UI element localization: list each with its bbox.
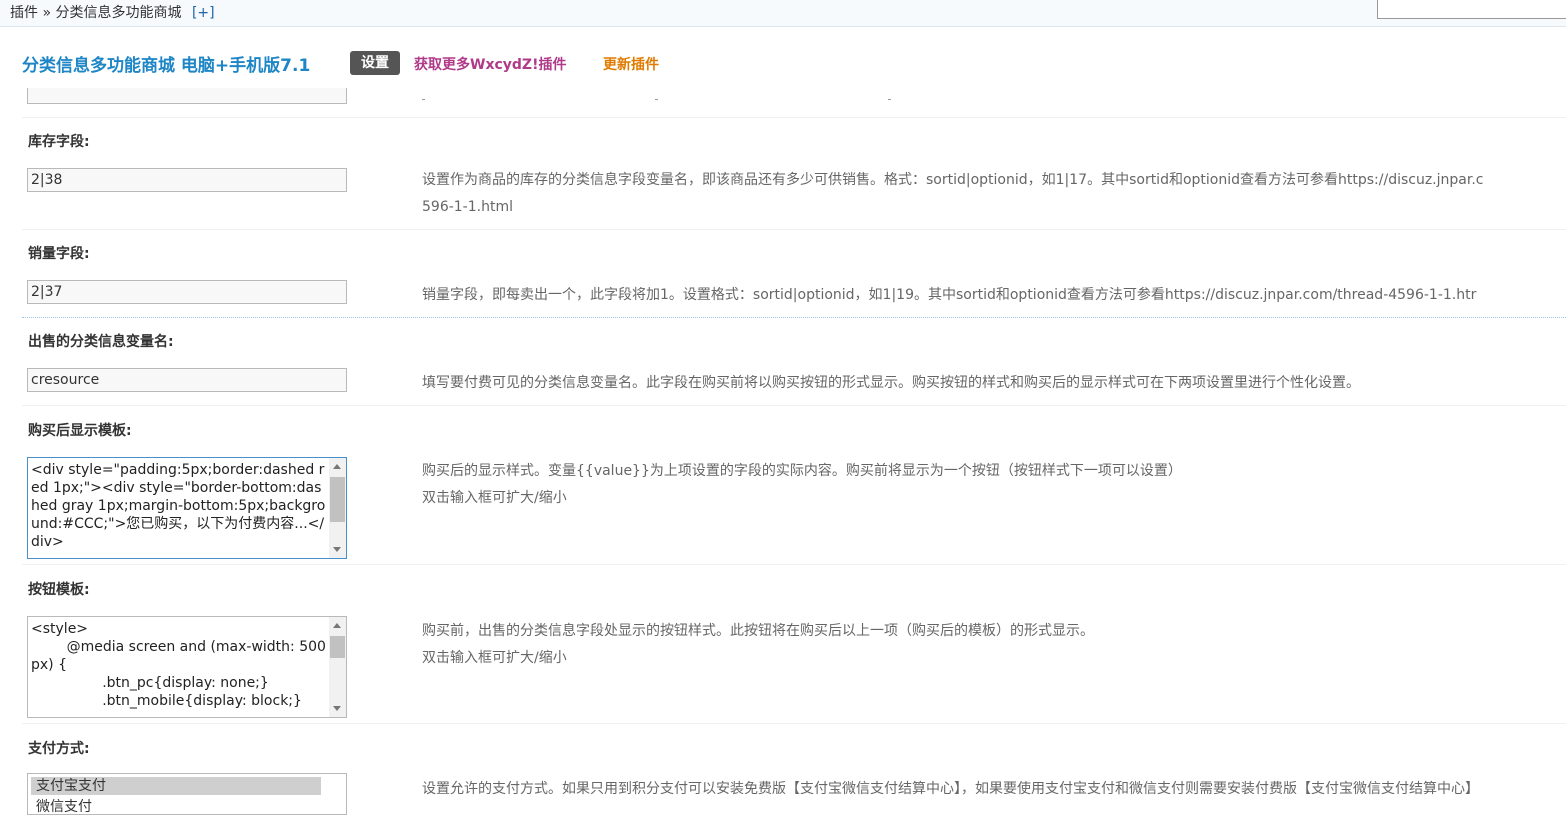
after-template-desc: 购买后的显示样式。变量{{value}}为上项设置的字段的实际内容。购买前将显示… xyxy=(422,463,1182,479)
after-template-hint: 双击输入框可扩大/缩小 xyxy=(422,490,567,506)
plugin-title: 分类信息多功能商城 电脑+手机版7.1 xyxy=(22,56,311,76)
breadcrumb-root[interactable]: 插件 xyxy=(10,5,38,21)
button-template-desc: 购买前，出售的分类信息字段处显示的按钮样式。此按钮将在购买后以上一项（购买后的模… xyxy=(422,623,1094,639)
after-template-textarea[interactable]: <div style="padding:5px;border:dashed re… xyxy=(27,457,347,559)
sales-field-desc: 销量字段，即每卖出一个，此字段将加1。设置格式：sortid|optionid，… xyxy=(422,287,1477,303)
after-template-label: 购买后显示模板: xyxy=(28,423,132,439)
stock-field-input[interactable]: 2|38 xyxy=(27,168,347,192)
divider xyxy=(22,317,1566,318)
previous-field-input[interactable] xyxy=(27,88,347,104)
top-bar: 插件 » 分类信息多功能商城 [+] xyxy=(0,0,1566,27)
button-template-hint: 双击输入框可扩大/缩小 xyxy=(422,650,567,666)
button-template-textarea[interactable]: <style> @media screen and (max-width: 50… xyxy=(27,616,347,718)
divider xyxy=(22,405,1566,406)
top-right-box xyxy=(1377,0,1566,19)
breadcrumb: 插件 » 分类信息多功能商城 [+] xyxy=(10,2,215,22)
breadcrumb-separator: » xyxy=(42,5,52,21)
scrollbar[interactable] xyxy=(329,458,346,558)
divider xyxy=(22,564,1566,565)
sales-field-input[interactable]: 2|37 xyxy=(27,280,347,304)
more-plugins-link[interactable]: 获取更多WxcydZ!插件 xyxy=(414,54,566,74)
previous-field-desc xyxy=(422,88,1322,100)
payment-label: 支付方式: xyxy=(28,741,90,757)
add-shortcut-link[interactable]: [+] xyxy=(192,5,215,21)
payment-option-alipay[interactable]: 支付宝支付 xyxy=(31,777,321,795)
sale-var-desc: 填写要付费可见的分类信息变量名。此字段在购买前将以购买按钮的形式显示。购买按钮的… xyxy=(422,375,1360,391)
payment-desc: 设置允许的支付方式。如果只用到积分支付可以安装免费版【支付宝微信支付结算中心】，… xyxy=(422,781,1479,797)
settings-button[interactable]: 设置 xyxy=(350,51,400,75)
stock-field-desc: 设置作为商品的库存的分类信息字段变量名，即该商品还有多少可供销售。格式：sort… xyxy=(422,172,1484,215)
scrollbar[interactable] xyxy=(329,617,346,717)
button-template-label: 按钮模板: xyxy=(28,582,90,598)
sale-var-input[interactable]: cresource xyxy=(27,368,347,392)
update-plugin-link[interactable]: 更新插件 xyxy=(603,54,659,74)
sale-var-label: 出售的分类信息变量名: xyxy=(28,334,174,350)
sales-field-label: 销量字段: xyxy=(28,246,90,262)
stock-field-label: 库存字段: xyxy=(28,134,90,150)
plugin-header: 分类信息多功能商城 电脑+手机版7.1 设置 获取更多WxcydZ!插件 更新插… xyxy=(0,27,1566,87)
divider xyxy=(22,723,1566,724)
payment-multiselect[interactable]: 支付宝支付 微信支付 xyxy=(27,773,347,815)
breadcrumb-current: 分类信息多功能商城 xyxy=(55,5,182,21)
divider xyxy=(22,117,1566,118)
divider xyxy=(22,229,1566,230)
